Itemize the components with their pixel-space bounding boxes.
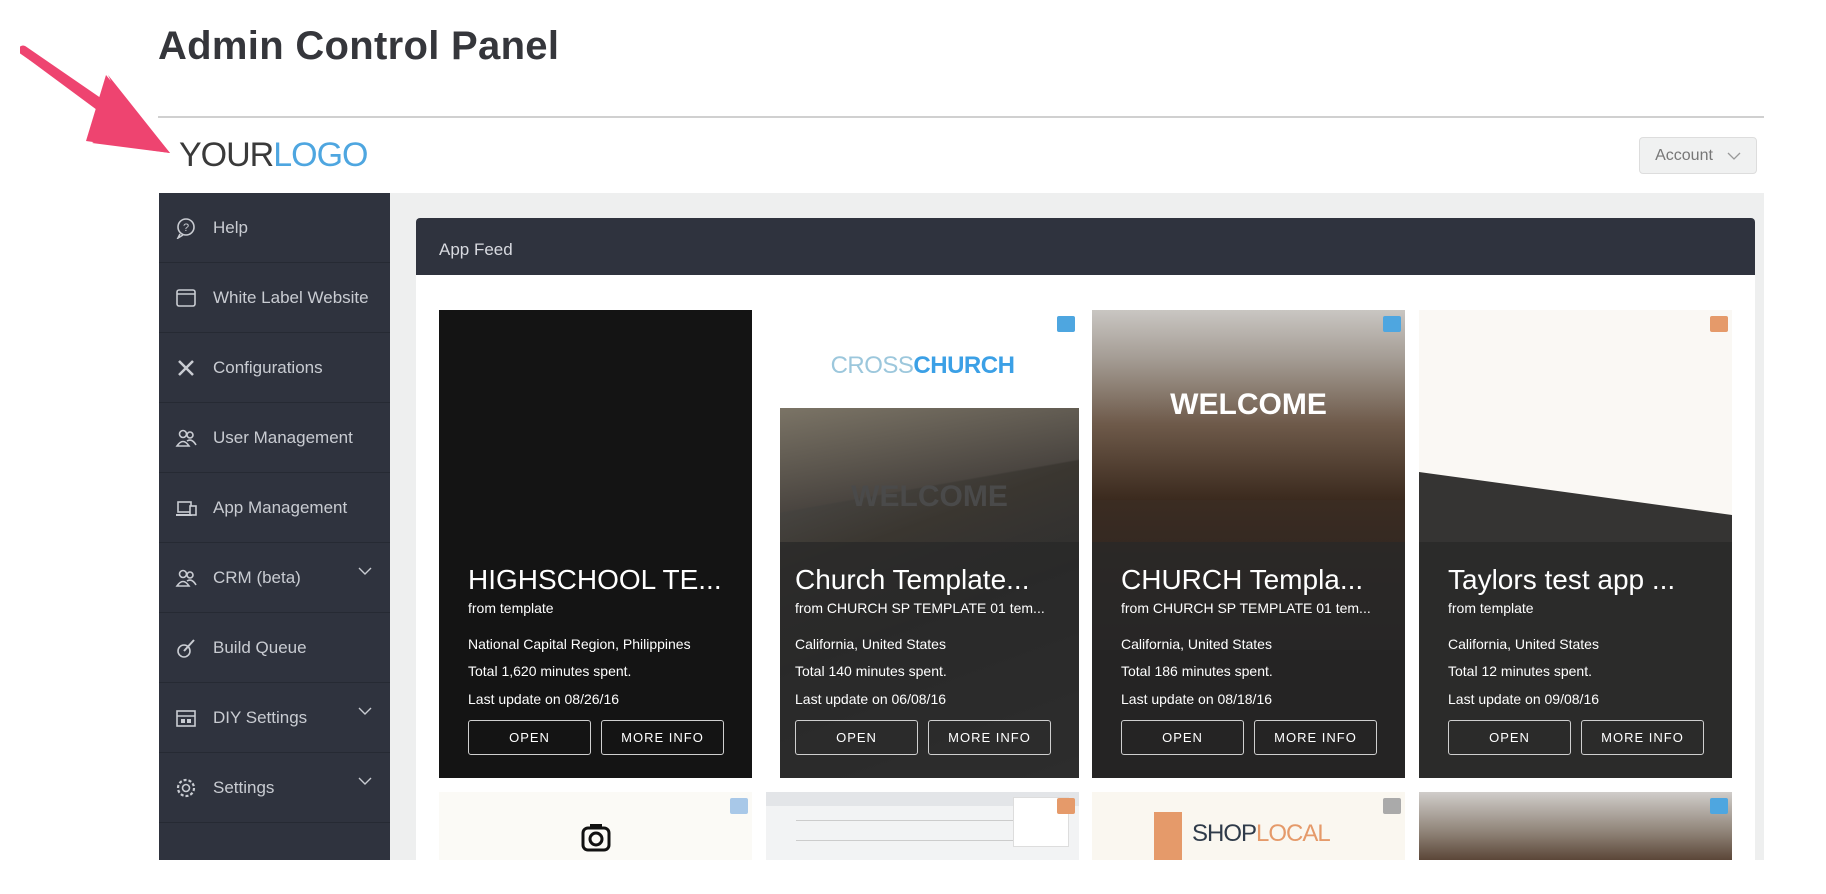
sidebar-item-diy-settings[interactable]: DIY Settings — [159, 683, 390, 753]
app-source: from CHURCH SP TEMPLATE 01 tem... — [1121, 600, 1371, 616]
app-location: California, United States — [795, 636, 946, 652]
brand-logo: CROSSCHURCH — [830, 352, 1015, 379]
sidebar-item-label: DIY Settings — [213, 707, 308, 727]
gear-icon — [175, 777, 197, 799]
app-card: WELCOME CHURCH Templa... from CHURCH SP TE… — [1092, 310, 1405, 778]
browser-window-icon — [175, 287, 197, 309]
platform-badge-icon — [1383, 316, 1401, 332]
app-card[interactable] — [439, 792, 752, 860]
sidebar-item-white-label-website[interactable]: White Label Website — [159, 263, 390, 333]
app-time-spent: Total 12 minutes spent. — [1448, 663, 1592, 679]
app-card: Taylors test app ... from template Califor… — [1419, 310, 1732, 778]
app-feed-panel: App Feed HIGHSCHOOL TE... from template Na… — [416, 218, 1755, 860]
tools-icon — [175, 357, 197, 379]
open-button[interactable]: OPEN — [1121, 720, 1244, 755]
app-title: Church Template... — [795, 564, 1030, 595]
sidebar-item-help[interactable]: ? Help — [159, 193, 390, 263]
sidebar-item-label: User Management — [213, 427, 353, 447]
sidebar-item-label: CRM (beta) — [213, 567, 301, 587]
app-card[interactable] — [766, 792, 1079, 860]
app-location: California, United States — [1448, 636, 1599, 652]
app-title: CHURCH Templa... — [1121, 564, 1364, 595]
app-source: from template — [1448, 600, 1534, 616]
sidebar-item-user-management[interactable]: User Management — [159, 403, 390, 473]
app-title: HIGHSCHOOL TE... — [468, 564, 722, 595]
more-info-button[interactable]: MORE INFO — [1581, 720, 1704, 755]
sidebar-item-label: Build Queue — [213, 637, 307, 657]
store-icon — [175, 707, 197, 729]
card-preview — [439, 310, 752, 778]
app-card[interactable]: SHOPLOCAL — [1092, 792, 1405, 860]
camera-icon — [581, 824, 611, 852]
laptop-phone-icon — [175, 497, 197, 519]
sidebar: ? Help White Label Website Configurations Us… — [159, 193, 390, 860]
sidebar-item-label: Help — [213, 217, 248, 237]
more-info-button[interactable]: MORE INFO — [601, 720, 724, 755]
sidebar-item-label: White Label Website — [213, 287, 369, 307]
sidebar-item-label: Configurations — [213, 357, 323, 377]
more-info-button[interactable]: MORE INFO — [1254, 720, 1377, 755]
arrow-annotation-icon — [20, 45, 170, 153]
platform-badge-icon — [1057, 798, 1075, 814]
page-title: Admin Control Panel — [158, 24, 560, 68]
sidebar-item-label: App Management — [213, 497, 348, 517]
sidebar-item-configurations[interactable]: Configurations — [159, 333, 390, 403]
sidebar-item-label: Settings — [213, 777, 275, 797]
more-info-button[interactable]: MORE INFO — [928, 720, 1051, 755]
sidebar-item-settings[interactable]: Settings — [159, 753, 390, 823]
app-location: California, United States — [1121, 636, 1272, 652]
overlay-text: WELCOME — [1170, 388, 1327, 421]
open-button[interactable]: OPEN — [795, 720, 918, 755]
chevron-down-icon[interactable] — [358, 707, 372, 715]
app-card: HIGHSCHOOL TE... from template National Ca… — [439, 310, 752, 778]
menu-badge-icon — [1383, 798, 1401, 814]
platform-badge-icon — [1057, 316, 1075, 332]
overlay-text: WELCOME — [851, 480, 1008, 513]
app-source: from CHURCH SP TEMPLATE 01 tem... — [795, 600, 1045, 616]
users-icon — [175, 427, 197, 449]
account-dropdown[interactable]: Account — [1639, 137, 1757, 174]
platform-badge-icon — [1710, 316, 1728, 332]
app-time-spent: Total 186 minutes spent. — [1121, 663, 1273, 679]
app-card[interactable] — [1419, 792, 1732, 860]
app-card: CROSSCHURCH WELCOME Church Template... from… — [766, 310, 1079, 778]
panel-header: App Feed — [416, 218, 1755, 275]
app-time-spent: Total 1,620 minutes spent. — [468, 663, 632, 679]
sidebar-item-app-management[interactable]: App Management — [159, 473, 390, 543]
app-time-spent: Total 140 minutes spent. — [795, 663, 947, 679]
platform-badge-icon — [1710, 798, 1728, 814]
app-last-update: Last update on 08/18/16 — [1121, 691, 1273, 707]
app-source: from template — [468, 600, 554, 616]
brand-logo: SHOPLOCAL — [1192, 820, 1331, 847]
logo[interactable]: YOURLOGO — [179, 136, 368, 175]
app-last-update: Last update on 08/26/16 — [468, 691, 620, 707]
svg-text:?: ? — [183, 222, 189, 234]
app-last-update: Last update on 06/08/16 — [795, 691, 947, 707]
chevron-down-icon — [1727, 152, 1741, 160]
open-button[interactable]: OPEN — [1448, 720, 1571, 755]
app-title: Taylors test app ... — [1448, 564, 1676, 595]
build-icon — [175, 637, 197, 659]
app-last-update: Last update on 09/08/16 — [1448, 691, 1600, 707]
chevron-down-icon[interactable] — [358, 567, 372, 575]
sidebar-item-build-queue[interactable]: Build Queue — [159, 613, 390, 683]
chevron-down-icon[interactable] — [358, 777, 372, 785]
open-button[interactable]: OPEN — [468, 720, 591, 755]
sidebar-item-crm-beta[interactable]: CRM (beta) — [159, 543, 390, 613]
help-bubble-icon: ? — [175, 217, 197, 239]
app-location: National Capital Region, Philippines — [468, 636, 691, 652]
divider — [158, 116, 1764, 118]
users-icon — [175, 567, 197, 589]
platform-badge-icon — [730, 798, 748, 814]
